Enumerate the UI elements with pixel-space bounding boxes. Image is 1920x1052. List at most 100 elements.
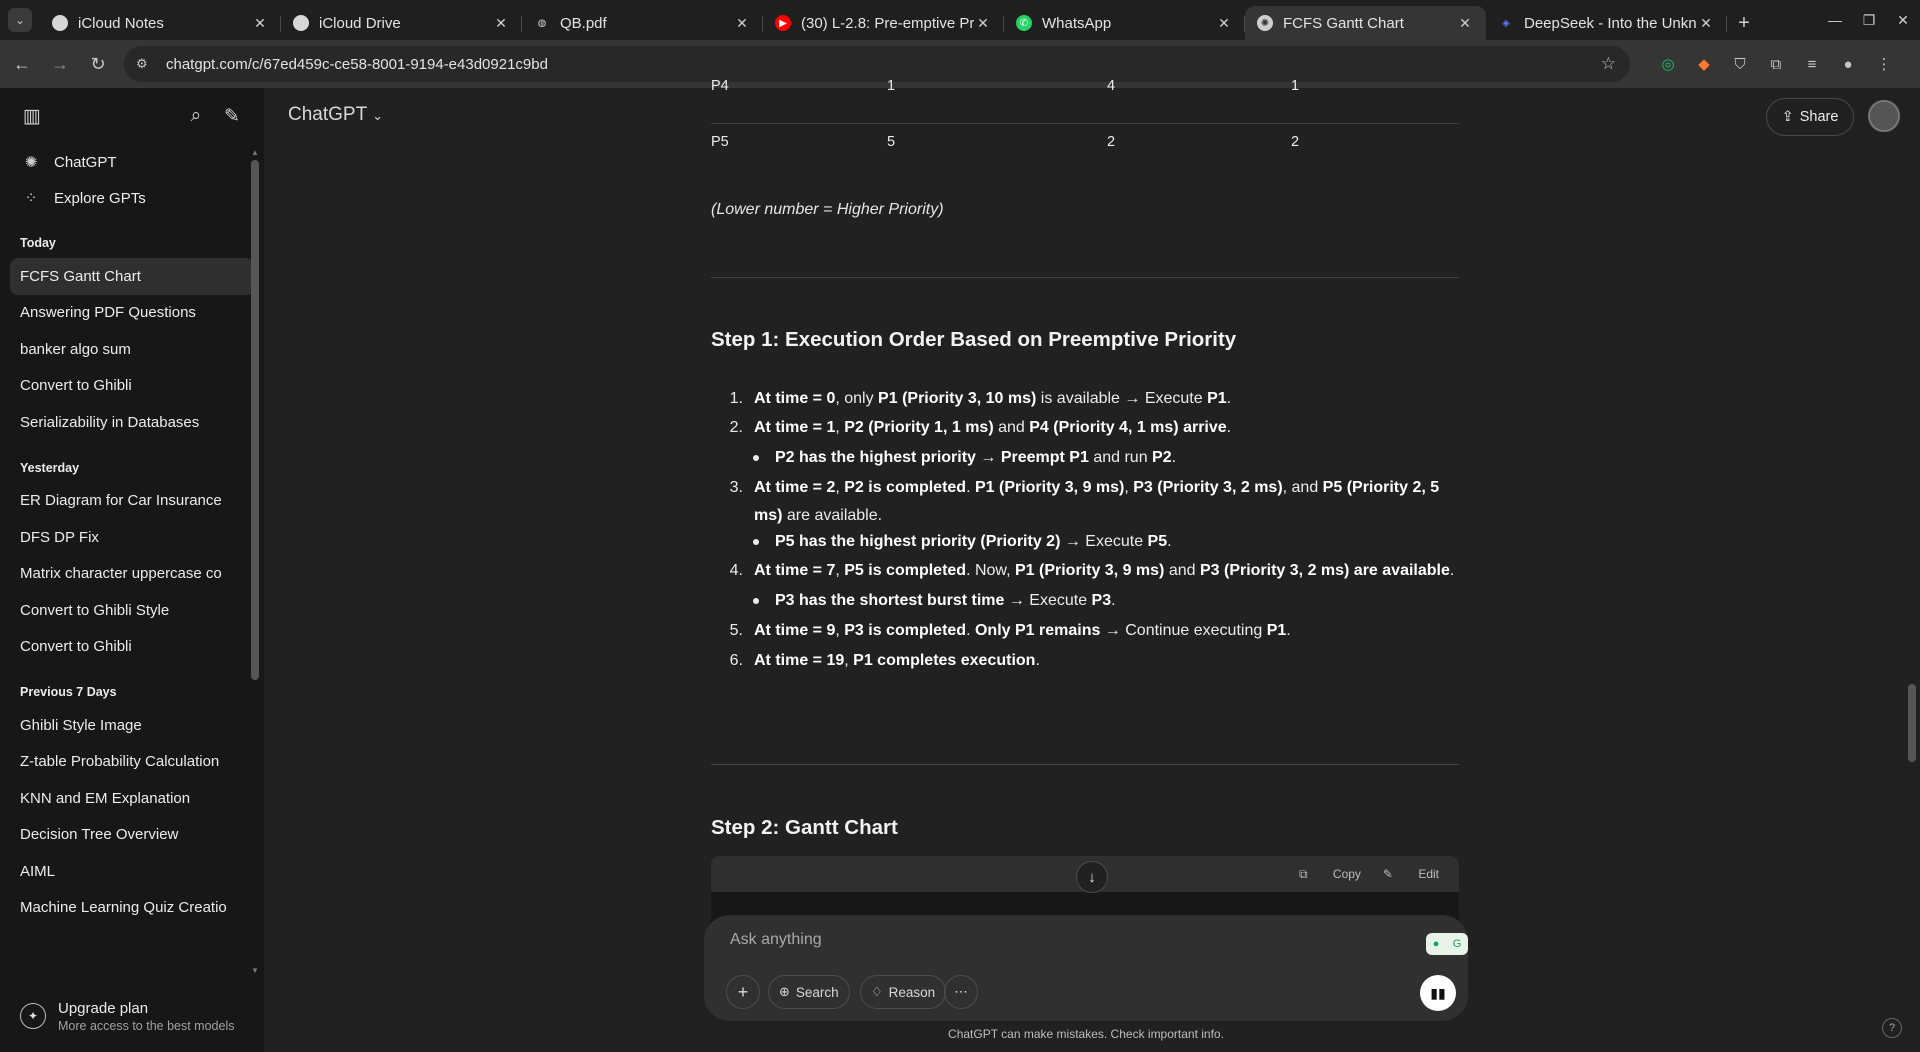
search-button[interactable]: ⊕ Search bbox=[768, 975, 850, 1009]
attach-button[interactable]: + bbox=[726, 975, 760, 1009]
conversation-item[interactable]: Ghibli Style Image bbox=[10, 707, 254, 744]
conversation-item[interactable]: Answering PDF Questions bbox=[10, 295, 254, 332]
bookmark-star-icon[interactable]: ☆ bbox=[1601, 54, 1616, 74]
voice-mode-button[interactable]: ▮▮ bbox=[1420, 975, 1456, 1011]
tab-title: FCFS Gantt Chart bbox=[1283, 14, 1404, 32]
list-item-text: At time = 7, P5 is completed. Now, P1 (P… bbox=[754, 562, 1455, 579]
conversation-item[interactable]: Matrix character uppercase co bbox=[10, 556, 254, 593]
plus-icon: + bbox=[737, 981, 749, 1002]
profile-icon[interactable]: ● bbox=[1830, 48, 1866, 80]
browser-menu-icon[interactable]: ⋮ bbox=[1866, 48, 1902, 80]
search-label: Search bbox=[795, 984, 839, 1000]
close-tab-icon[interactable]: ✕ bbox=[1215, 15, 1233, 32]
step1-heading: Step 1: Execution Order Based on Preempt… bbox=[711, 328, 1237, 351]
reload-button[interactable]: ↻ bbox=[82, 48, 114, 80]
youtube-icon: ▶ bbox=[775, 15, 791, 31]
conversation-item[interactable]: Convert to Ghibli bbox=[10, 629, 254, 666]
close-tab-icon[interactable]: ✕ bbox=[1456, 15, 1474, 32]
url-text[interactable]: chatgpt.com/c/67ed459c-ce58-8001-9194-e4… bbox=[166, 56, 548, 73]
restore-button[interactable]: ❐ bbox=[1852, 0, 1886, 40]
browser-tab[interactable]: ▶ (30) L-2.8: Pre-emptive Pr ✕ bbox=[763, 6, 1004, 40]
close-tab-icon[interactable]: ✕ bbox=[251, 15, 269, 32]
conversation-item[interactable]: Machine Learning Quiz Creatio bbox=[10, 890, 254, 927]
table-cell: 1 bbox=[1291, 78, 1300, 94]
grammarly-badge[interactable]: ● G bbox=[1426, 933, 1468, 955]
conversation-item[interactable]: ER Diagram for Car Insurance bbox=[10, 483, 254, 520]
table-cell: 1 bbox=[887, 78, 896, 94]
divider bbox=[711, 764, 1459, 765]
tab-search-button[interactable]: ⌄ bbox=[0, 0, 40, 40]
edit-code-button[interactable]: ✎ Edit bbox=[1383, 867, 1439, 881]
conversation-item[interactable]: Convert to Ghibli bbox=[10, 368, 254, 405]
conversation-item[interactable]: Convert to Ghibli Style bbox=[10, 592, 254, 629]
model-selector[interactable]: ChatGPT ⌄ bbox=[288, 104, 383, 126]
extension-icon[interactable]: ◆ bbox=[1686, 48, 1722, 80]
conversation-item[interactable]: banker algo sum bbox=[10, 331, 254, 368]
close-tab-icon[interactable]: ✕ bbox=[733, 15, 751, 32]
sidebar-item-chatgpt[interactable]: ✺ ChatGPT bbox=[0, 144, 264, 180]
conversation-item[interactable]: DFS DP Fix bbox=[10, 519, 254, 556]
media-control-icon[interactable]: ≡ bbox=[1794, 48, 1830, 80]
sidebar-scroll-up[interactable]: ▲ bbox=[251, 148, 259, 157]
conversation-item[interactable]: Decision Tree Overview bbox=[10, 817, 254, 854]
shield-extension-icon[interactable]: ⛉ bbox=[1722, 48, 1758, 80]
conversation-item[interactable]: Serializability in Databases bbox=[10, 404, 254, 441]
forward-button[interactable]: → bbox=[44, 48, 76, 80]
sidebar-header: ▥ ⌕ ✎ bbox=[0, 88, 264, 144]
conversation-item[interactable]: FCFS Gantt Chart bbox=[10, 258, 254, 295]
browser-tab[interactable]: iCloud Drive ✕ bbox=[281, 6, 522, 40]
close-tab-icon[interactable]: ✕ bbox=[492, 15, 510, 32]
list-item-text: P2 has the highest priority → Preempt P1… bbox=[775, 449, 1177, 466]
close-window-button[interactable]: ✕ bbox=[1886, 0, 1920, 40]
upgrade-plan-button[interactable]: ✦ Upgrade plan More access to the best m… bbox=[0, 980, 264, 1052]
sidebar-item-label: ChatGPT bbox=[54, 153, 117, 171]
site-info-icon[interactable]: ⚙ bbox=[136, 56, 156, 72]
help-icon[interactable]: ? bbox=[1882, 1018, 1902, 1038]
puzzle-icon[interactable]: ⧉ bbox=[1758, 48, 1794, 80]
sidebar-section-title: Yesterday bbox=[20, 460, 80, 475]
browser-tab[interactable]: iCloud Notes ✕ bbox=[40, 6, 281, 40]
scroll-to-bottom-button[interactable]: ↓ bbox=[1076, 861, 1108, 893]
browser-tab[interactable]: ✺ FCFS Gantt Chart ✕ bbox=[1245, 6, 1486, 40]
address-bar[interactable]: ⚙ chatgpt.com/c/67ed459c-ce58-8001-9194-… bbox=[124, 46, 1630, 82]
main-scrollbar[interactable] bbox=[1908, 684, 1916, 762]
chatgpt-icon: ✺ bbox=[1257, 15, 1273, 31]
conversation-item[interactable]: AIML bbox=[10, 853, 254, 890]
bullet bbox=[753, 539, 759, 545]
sidebar-scrollbar[interactable] bbox=[251, 160, 259, 680]
minimize-button[interactable]: — bbox=[1818, 0, 1852, 40]
arrow-down-icon: ↓ bbox=[1088, 868, 1096, 886]
step2-heading: Step 2: Gantt Chart bbox=[711, 816, 898, 839]
list-item-text: P3 has the shortest burst time → Execute… bbox=[775, 592, 1116, 609]
share-button[interactable]: ⇪ Share bbox=[1766, 98, 1854, 136]
reason-button[interactable]: ♢ Reason bbox=[860, 975, 947, 1009]
back-button[interactable]: ← bbox=[6, 48, 38, 80]
sidebar-scroll-down[interactable]: ▼ bbox=[251, 966, 259, 975]
window-controls: — ❐ ✕ bbox=[1818, 0, 1920, 40]
more-tools-button[interactable]: ⋯ bbox=[944, 975, 978, 1009]
copy-label: Copy bbox=[1332, 866, 1361, 881]
conversation-item[interactable]: Z-table Probability Calculation bbox=[10, 744, 254, 781]
sidebar-section-title: Previous 7 Days bbox=[20, 685, 117, 699]
avatar[interactable] bbox=[1868, 100, 1900, 132]
conversation-item[interactable]: KNN and EM Explanation bbox=[10, 780, 254, 817]
tab-strip: iCloud Notes ✕ iCloud Drive ✕ ◍ QB.pdf ✕ ▶ (30) … bbox=[40, 6, 1727, 40]
grammarly-extension-icon[interactable]: ◎ bbox=[1650, 48, 1686, 80]
new-chat-icon[interactable]: ✎ bbox=[214, 98, 250, 134]
tab-title: iCloud Drive bbox=[319, 14, 401, 32]
browser-tab[interactable]: ◈ DeepSeek - Into the Unkn ✕ bbox=[1486, 6, 1727, 40]
browser-tab[interactable]: ◍ QB.pdf ✕ bbox=[522, 6, 763, 40]
close-tab-icon[interactable]: ✕ bbox=[974, 15, 992, 32]
close-tab-icon[interactable]: ✕ bbox=[1697, 15, 1715, 32]
sidebar-toggle-icon[interactable]: ▥ bbox=[14, 98, 50, 134]
message-input[interactable]: Ask anything bbox=[730, 931, 822, 949]
divider bbox=[711, 277, 1459, 278]
chevron-down-icon: ⌄ bbox=[8, 8, 32, 32]
search-icon[interactable]: ⌕ bbox=[178, 98, 214, 134]
new-tab-button[interactable]: + bbox=[1727, 6, 1761, 40]
browser-tab[interactable]: ✆ WhatsApp ✕ bbox=[1004, 6, 1245, 40]
list-number: 3. bbox=[729, 479, 743, 496]
copy-code-button[interactable]: ⧉ Copy bbox=[1299, 867, 1361, 882]
upgrade-title: Upgrade plan bbox=[58, 999, 149, 1017]
sidebar-item-explore-gpts[interactable]: ⁘ Explore GPTs bbox=[0, 180, 264, 216]
